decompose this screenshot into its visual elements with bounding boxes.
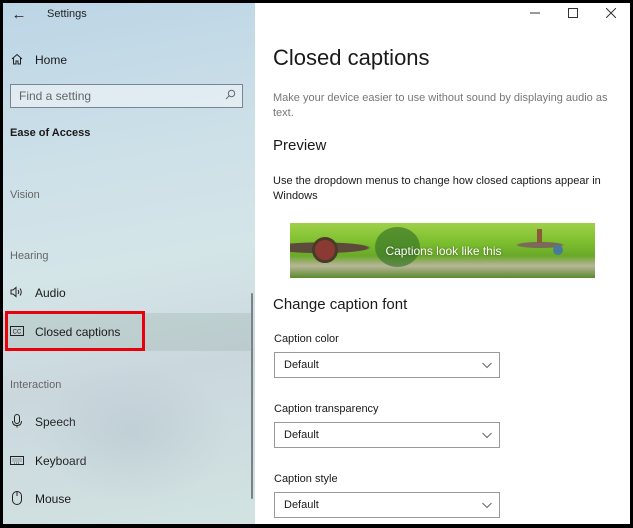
keyboard-icon: [10, 454, 24, 468]
group-label-vision: Vision: [10, 189, 40, 201]
maximize-button[interactable]: [554, 3, 592, 27]
sidebar-item-label: Mouse: [35, 492, 72, 506]
caption-style-label: Caption style: [274, 473, 338, 485]
window-controls: [516, 3, 630, 27]
chevron-down-icon: [482, 502, 492, 509]
sidebar-item-label: Home: [35, 53, 68, 67]
speaker-icon: [10, 285, 24, 301]
sidebar-item-audio[interactable]: Audio: [3, 274, 252, 312]
caption-color-dropdown[interactable]: Default: [274, 352, 500, 378]
dropdown-value: Default: [284, 429, 319, 441]
closed-captions-icon: CC: [10, 325, 24, 339]
page-title: Closed captions: [273, 45, 430, 70]
microphone-icon: [10, 413, 24, 431]
search-icon[interactable]: [225, 89, 236, 103]
back-arrow-icon[interactable]: ←: [9, 5, 29, 25]
group-label-hearing: Hearing: [10, 250, 49, 262]
search-box[interactable]: [10, 84, 243, 108]
sidebar-item-home[interactable]: Home: [3, 47, 252, 73]
maximize-icon: [568, 8, 578, 18]
chevron-down-icon: [482, 432, 492, 439]
caption-transparency-label: Caption transparency: [274, 403, 379, 415]
page-description: Make your device easier to use without s…: [273, 92, 608, 119]
title-bar: ← Settings: [3, 3, 255, 27]
dropdown-value: Default: [284, 359, 319, 371]
close-button[interactable]: [592, 3, 630, 27]
close-icon: [605, 7, 617, 19]
sidebar-item-label: Closed captions: [35, 325, 121, 339]
sidebar: ← Settings Home Ease of Access Vision He…: [3, 3, 255, 524]
chevron-down-icon: [482, 362, 492, 369]
dropdown-value: Default: [284, 499, 319, 511]
font-section-heading: Change caption font: [273, 296, 408, 313]
sidebar-scrollbar[interactable]: [251, 293, 253, 499]
sidebar-item-keyboard[interactable]: Keyboard: [3, 442, 252, 480]
preview-heading: Preview: [273, 137, 327, 154]
caption-transparency-dropdown[interactable]: Default: [274, 422, 500, 448]
caption-preview-image: Captions look like this: [290, 223, 595, 278]
minimize-icon: [530, 12, 540, 14]
caption-style-dropdown[interactable]: Default: [274, 492, 500, 518]
app-title: Settings: [47, 8, 87, 20]
content-pane: Closed captions Make your device easier …: [255, 3, 630, 524]
sidebar-item-speech[interactable]: Speech: [3, 403, 252, 441]
minimize-button[interactable]: [516, 3, 554, 27]
mouse-icon: [10, 490, 24, 508]
settings-window: ← Settings Home Ease of Access Vision He…: [3, 3, 630, 524]
sidebar-item-label: Audio: [35, 286, 66, 300]
sidebar-item-mouse[interactable]: Mouse: [3, 480, 252, 518]
sidebar-item-label: Speech: [35, 415, 76, 429]
section-heading: Ease of Access: [10, 127, 91, 139]
home-icon: [10, 53, 24, 68]
group-label-interaction: Interaction: [10, 379, 62, 391]
sidebar-item-closed-captions[interactable]: CC Closed captions: [3, 313, 252, 351]
preview-instructions: Use the dropdown menus to change how clo…: [273, 175, 601, 202]
search-input[interactable]: [11, 85, 216, 107]
sidebar-item-label: Keyboard: [35, 454, 87, 468]
caption-color-label: Caption color: [274, 333, 339, 345]
svg-text:CC: CC: [13, 329, 22, 335]
preview-caption-text: Captions look like this: [385, 243, 502, 258]
